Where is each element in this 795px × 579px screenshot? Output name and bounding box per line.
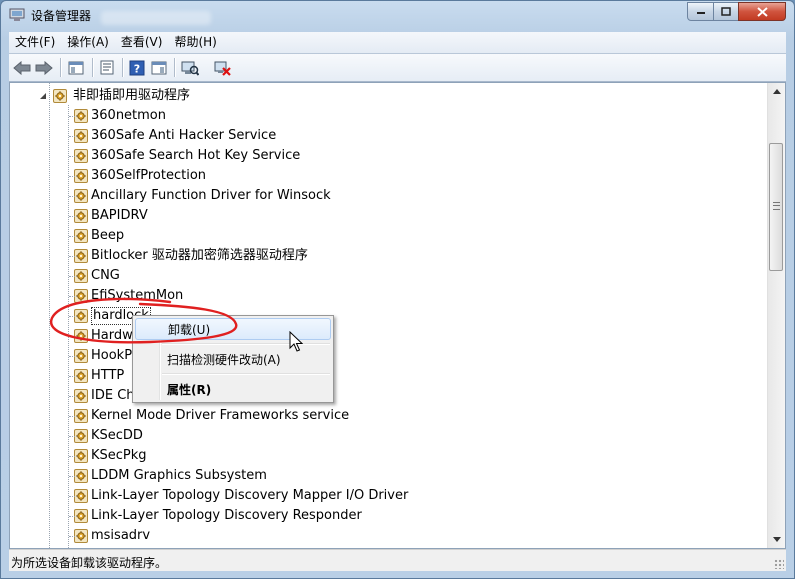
action-pane-icon <box>151 61 167 74</box>
tree-item-label: Link-Layer Topology Discovery Responder <box>91 508 362 523</box>
chevron-up-icon <box>772 89 781 94</box>
tree-item-label: Kernel Mode Driver Frameworks service <box>91 408 350 423</box>
vertical-scrollbar[interactable] <box>767 83 785 548</box>
help-button[interactable]: ? <box>127 58 147 77</box>
status-bar: 为所选设备卸载该驱动程序。 <box>9 549 786 571</box>
menu-bar: 文件(F) 操作(A) 查看(V) 帮助(H) <box>9 32 786 54</box>
tree-item-label: Link-Layer Topology Discovery Mapper I/O… <box>91 488 409 503</box>
tree-item-label: BAPIDRV <box>91 208 148 223</box>
back-button[interactable] <box>12 58 32 77</box>
tree-item-label: EfiSystemMon <box>91 288 184 303</box>
minimize-button[interactable] <box>687 2 714 21</box>
ctx-scan-label: 扫描检测硬件改动(A) <box>167 353 281 367</box>
uninstall-button[interactable] <box>213 58 233 77</box>
menu-file[interactable]: 文件(F) <box>9 32 61 53</box>
close-icon <box>756 6 768 17</box>
show-hide-tree-button[interactable] <box>66 58 86 77</box>
tree-item-label: 360SelfProtection <box>91 168 207 183</box>
context-menu: 卸载(U) 扫描检测硬件改动(A) 属性(R) <box>132 315 334 403</box>
tree-category-label: 非即插即用驱动程序 <box>73 88 191 103</box>
menu-help[interactable]: 帮助(H) <box>168 32 222 53</box>
tree-item-label: CNG <box>91 268 120 283</box>
chevron-down-icon <box>772 537 781 542</box>
tree-item-label: KSecDD <box>91 428 143 443</box>
svg-text:?: ? <box>134 62 140 75</box>
tree-item-label: Bitlocker 驱动器加密筛选器驱动程序 <box>91 248 308 263</box>
tree-item-label: Ancillary Function Driver for Winsock <box>91 188 331 203</box>
tree-item-label: 360netmon <box>91 108 167 123</box>
maximize-icon <box>721 7 731 16</box>
ctx-properties-label: 属性(R) <box>167 383 212 397</box>
mouse-cursor-icon <box>289 331 303 352</box>
collapse-triangle-icon <box>40 93 46 99</box>
resize-grip[interactable] <box>774 559 784 569</box>
window-title: 设备管理器 <box>31 9 92 23</box>
device-tree[interactable]: 非即插即用驱动程序 360netmon 360Safe Anti Hacker S… <box>9 82 786 549</box>
tree-item-label: Beep <box>91 228 125 243</box>
forward-arrow-icon <box>35 60 53 75</box>
tree-item-label: 360Safe Anti Hacker Service <box>91 128 277 143</box>
driver-gear-icon <box>53 89 67 103</box>
properties-button[interactable] <box>97 58 117 77</box>
console-tree-icon <box>68 61 84 74</box>
device-manager-icon <box>9 8 25 21</box>
help-icon: ? <box>129 60 145 75</box>
title-blur <box>101 11 211 25</box>
scroll-up-button[interactable] <box>768 83 785 100</box>
tree-item-label: 360Safe Search Hot Key Service <box>91 148 301 163</box>
scan-hardware-button[interactable] <box>180 58 200 77</box>
tree-item-label: msisadrv <box>91 528 151 543</box>
menu-view[interactable]: 查看(V) <box>115 32 169 53</box>
forward-button[interactable] <box>34 58 54 77</box>
status-text: 为所选设备卸载该驱动程序。 <box>11 556 168 570</box>
ctx-properties-item[interactable]: 属性(R) <box>135 378 331 400</box>
ctx-uninstall-label: 卸载(U) <box>168 323 211 337</box>
close-button[interactable] <box>738 2 786 21</box>
scan-hardware-icon <box>181 61 199 76</box>
menu-action[interactable]: 操作(A) <box>61 32 115 53</box>
uninstall-icon <box>214 61 231 76</box>
properties-icon <box>100 60 114 75</box>
scroll-down-button[interactable] <box>768 531 785 548</box>
toolbar: ? <box>9 54 786 82</box>
back-arrow-icon <box>13 60 31 75</box>
scroll-thumb[interactable] <box>769 143 783 271</box>
title-bar[interactable]: 设备管理器 <box>1 1 794 31</box>
tree-item-label: LDDM Graphics Subsystem <box>91 468 267 483</box>
action-pane-button[interactable] <box>149 58 169 77</box>
tree-item-label: HTTP <box>91 368 125 383</box>
tree-item-label: KSecPkg <box>91 448 147 463</box>
minimize-icon <box>696 11 705 14</box>
device-manager-window: 设备管理器 文件(F) 操作(A) 查看(V) 帮助(H) ? 非即插即用驱动程… <box>0 0 795 579</box>
maximize-button[interactable] <box>713 2 739 21</box>
